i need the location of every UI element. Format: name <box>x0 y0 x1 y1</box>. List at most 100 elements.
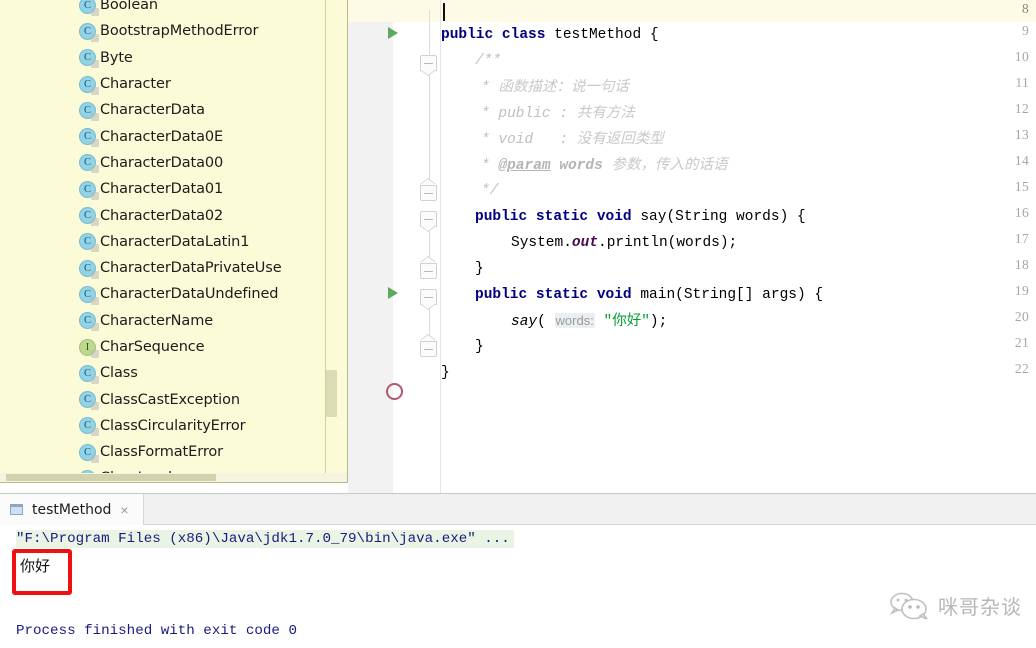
javadoc-void-label: void : <box>498 132 577 148</box>
code-line-22[interactable]: } <box>441 360 1036 386</box>
paren-open: ( <box>537 314 546 330</box>
list-item[interactable]: C Boolean <box>0 0 347 18</box>
folding-gutter[interactable] <box>418 0 440 493</box>
class-icon: C <box>79 443 99 463</box>
fold-marker-javadoc-end[interactable] <box>420 185 437 201</box>
class-icon: C <box>79 0 99 16</box>
list-item[interactable]: C CharacterData01 <box>0 176 347 202</box>
list-item-label: Byte <box>100 49 133 66</box>
javadoc-param-tag: @param <box>498 158 551 174</box>
class-icon: C <box>79 233 99 253</box>
list-item-label: Class <box>100 365 138 382</box>
class-icon: C <box>79 75 99 95</box>
javadoc-param-cn: 参数，传入的话语 <box>611 157 728 173</box>
fold-marker-main-start[interactable] <box>420 289 437 305</box>
watermark-text: 咪哥杂谈 <box>938 595 1022 619</box>
code-line-19[interactable]: public static void main(String[] args) { <box>441 282 1036 308</box>
println-call: .println(words); <box>598 235 738 251</box>
watermark: 咪哥杂谈 <box>889 591 1022 620</box>
code-line-12[interactable]: * public : 共有方法 <box>441 100 1036 126</box>
code-line-17[interactable]: System.out.println(words); <box>441 230 1036 256</box>
fold-connector <box>428 10 430 56</box>
class-icon: C <box>79 391 99 411</box>
run-main-icon[interactable] <box>388 287 404 303</box>
code-line-9[interactable]: public class testMethod { <box>441 22 1036 48</box>
list-item[interactable]: C BootstrapMethodError <box>0 18 347 44</box>
code-line-20[interactable]: say( words: "你好"); <box>441 308 1036 334</box>
list-item[interactable]: C CharacterData02 <box>0 202 347 228</box>
class-icon: C <box>79 417 99 437</box>
class-icon: C <box>79 180 99 200</box>
class-icon: C <box>79 364 99 384</box>
code-line-18[interactable]: } <box>441 256 1036 282</box>
list-item[interactable]: C CharacterData00 <box>0 150 347 176</box>
list-item[interactable]: C CharacterDataUndefined <box>0 281 347 307</box>
class-icon: C <box>79 285 99 305</box>
code-text-area[interactable]: public class testMethod { /** * 函数描述：说一句… <box>440 0 1036 493</box>
fold-marker-say-start[interactable] <box>420 211 437 227</box>
code-line-15[interactable]: */ <box>441 178 1036 204</box>
javadoc-param-name: words <box>559 158 603 174</box>
list-item[interactable]: C CharacterDataPrivateUse <box>0 255 347 281</box>
stop-marker-icon[interactable] <box>386 383 403 400</box>
list-item-label: ClassFormatError <box>100 444 223 461</box>
list-item[interactable]: C CharacterData0E <box>0 123 347 149</box>
list-item[interactable]: C CharacterName <box>0 308 347 334</box>
list-item[interactable]: C Class <box>0 360 347 386</box>
list-item[interactable]: I CharSequence <box>0 334 347 360</box>
list-item[interactable]: C ClassCastException <box>0 386 347 412</box>
list-item-label: CharacterData02 <box>100 207 224 224</box>
brace-close-main: } <box>475 339 484 355</box>
class-icon: C <box>79 312 99 332</box>
popup-hscrollbar-track[interactable] <box>0 473 347 482</box>
list-item[interactable]: C Character <box>0 71 347 97</box>
brace-close-class: } <box>441 365 450 381</box>
run-tab-strip: testMethod × <box>0 494 1036 525</box>
list-item[interactable]: C Byte <box>0 45 347 71</box>
popup-hscrollbar-thumb[interactable] <box>6 474 216 481</box>
list-item[interactable]: C CharacterDataLatin1 <box>0 229 347 255</box>
fold-connector <box>428 66 430 188</box>
system-ref: System. <box>511 235 572 251</box>
code-line-13[interactable]: * void : 没有返回类型 <box>441 126 1036 152</box>
wechat-bubbles-icon <box>889 592 928 620</box>
list-item-label: ClassCastException <box>100 391 240 408</box>
code-line-21[interactable]: } <box>441 334 1036 360</box>
list-item[interactable]: C ClassFormatError <box>0 439 347 465</box>
say-signature: say(String words) { <box>640 209 806 225</box>
javadoc-public-cn: 共有方法 <box>576 105 635 121</box>
close-icon[interactable]: × <box>120 503 128 517</box>
javadoc-star: * <box>481 106 499 122</box>
run-config-icon <box>10 504 23 515</box>
interface-icon: I <box>79 338 99 358</box>
code-line-10[interactable]: /** <box>441 48 1036 74</box>
code-line-14[interactable]: * @param words 参数，传入的话语 <box>441 152 1036 178</box>
list-item-label: Boolean <box>100 0 159 14</box>
annotation-highlight-box <box>12 549 72 595</box>
fold-marker-say-end[interactable] <box>420 263 437 279</box>
string-literal-nihao: "你好" <box>603 314 650 330</box>
list-item[interactable]: C ClassCircularityError <box>0 413 347 439</box>
keywords-main: public static void <box>475 287 632 303</box>
autocomplete-popup[interactable]: C Boolean C BootstrapMethodError C Byte C Ch… <box>0 0 348 483</box>
code-line-16[interactable]: public static void say(String words) { <box>441 204 1036 230</box>
list-item-label: CharacterDataLatin1 <box>100 233 250 250</box>
list-item[interactable]: C CharacterData <box>0 97 347 123</box>
tab-testmethod[interactable]: testMethod × <box>0 494 144 525</box>
list-item-label: CharacterName <box>100 312 214 329</box>
list-item-label: Character <box>100 76 171 93</box>
fold-marker-javadoc-start[interactable] <box>420 55 437 71</box>
javadoc-close: */ <box>481 183 499 199</box>
code-line-11[interactable]: * 函数描述：说一句话 <box>441 74 1036 100</box>
javadoc-star: * <box>481 80 499 96</box>
console-output[interactable]: "F:\Program Files (x86)\Java\jdk1.7.0_79… <box>0 525 1036 648</box>
javadoc-open: /** <box>475 53 502 69</box>
javadoc-star: * <box>481 158 499 174</box>
parameter-hint: words: <box>554 313 595 328</box>
run-class-icon[interactable] <box>388 27 404 43</box>
javadoc-star: * <box>481 132 499 148</box>
code-editor[interactable]: 8 9 10 11 12 13 14 15 16 17 18 19 20 21 … <box>348 0 1036 493</box>
fold-marker-main-end[interactable] <box>420 341 437 357</box>
editor-gutter[interactable] <box>348 0 393 493</box>
list-item-label: CharacterData0E <box>100 128 224 145</box>
